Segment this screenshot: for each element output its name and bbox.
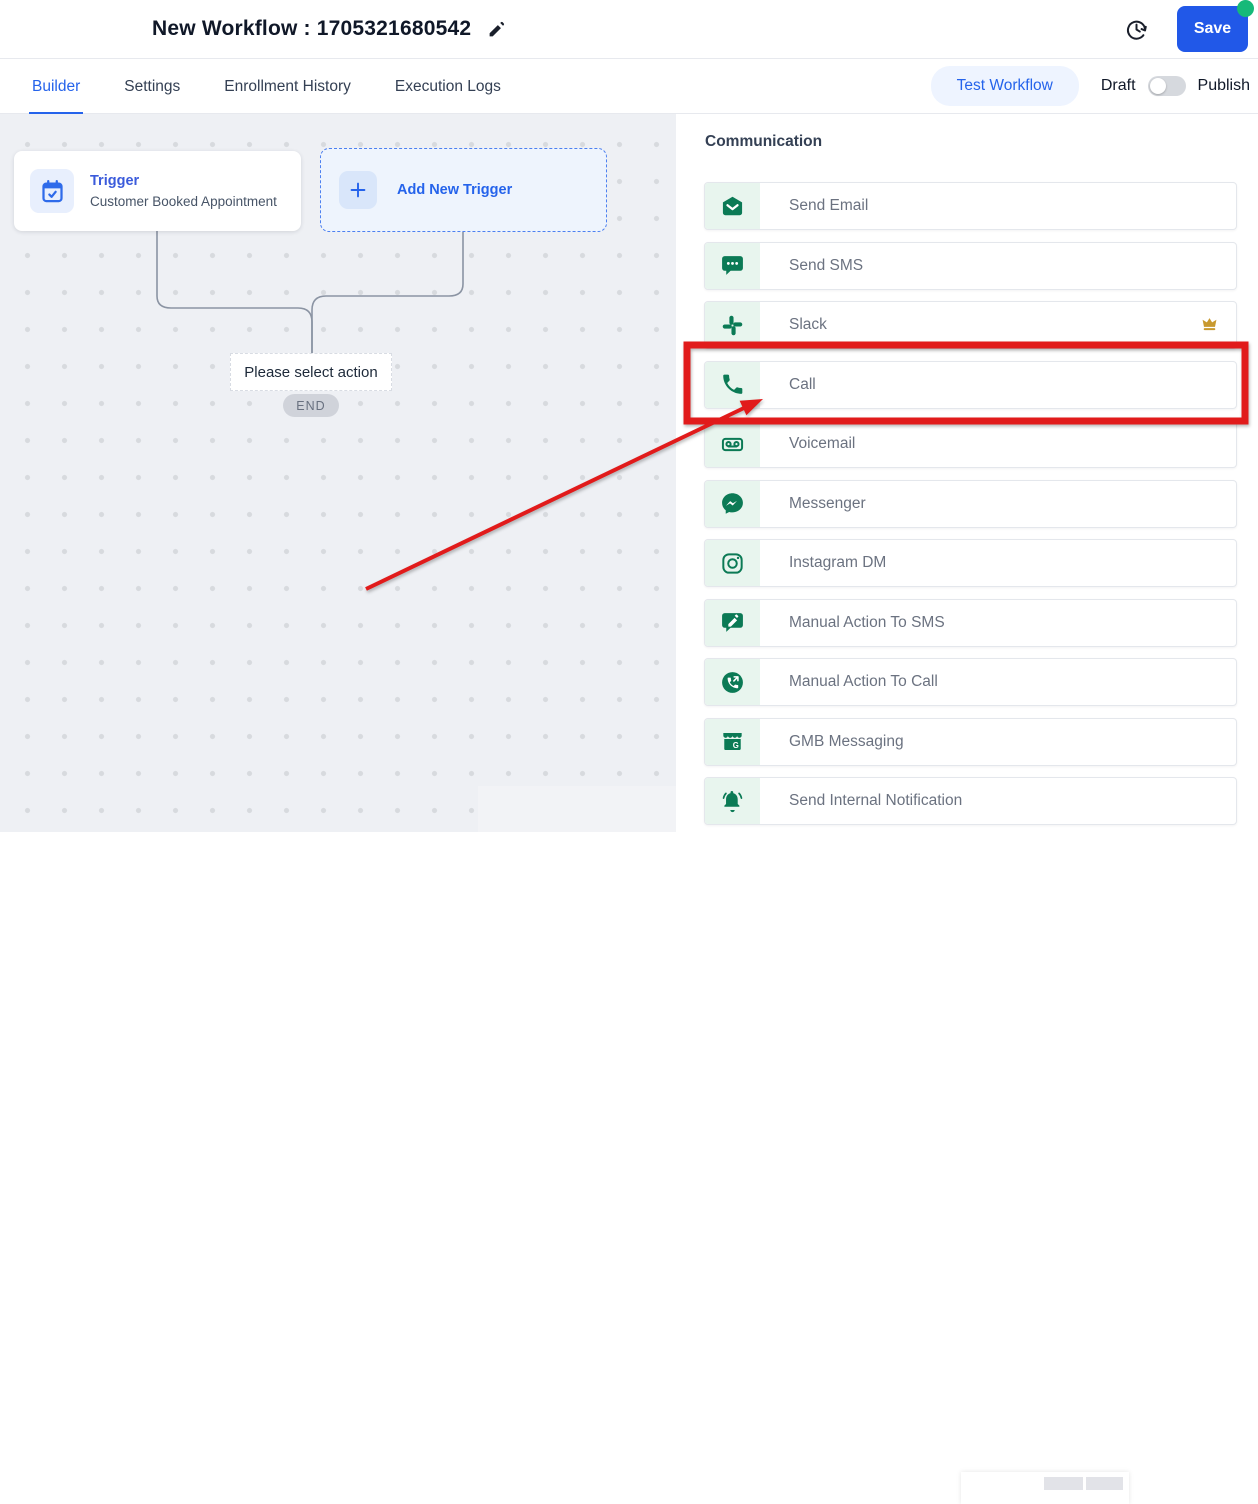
action-item-label: Manual Action To SMS <box>789 613 945 631</box>
save-button-label: Save <box>1193 20 1232 37</box>
trigger-node[interactable]: Trigger Customer Booked Appointment <box>14 151 301 231</box>
action-item-label: Messenger <box>789 494 866 512</box>
tab-settings[interactable]: Settings <box>124 59 180 114</box>
action-item-instagram-dm[interactable]: Instagram DM <box>704 539 1237 587</box>
minimap-container <box>478 786 1129 1504</box>
add-new-trigger-label: Add New Trigger <box>397 182 513 198</box>
action-item-label: Send Email <box>789 197 869 214</box>
gmb-storefront-icon: G <box>705 718 760 765</box>
call-icon <box>705 361 760 408</box>
action-item-label: Slack <box>789 316 827 333</box>
save-button[interactable]: Save <box>1177 0 1254 52</box>
tab-builder[interactable]: Builder <box>28 59 84 115</box>
action-item-label: Instagram DM <box>789 554 887 571</box>
edit-pencil-icon <box>487 20 506 39</box>
tab-execution-logs[interactable]: Execution Logs <box>395 59 501 114</box>
svg-text:G: G <box>733 741 739 750</box>
messenger-icon <box>705 480 760 527</box>
premium-crown-icon <box>1199 315 1220 336</box>
manual-call-icon <box>705 659 760 705</box>
action-item-label: Call <box>789 375 816 393</box>
action-item-gmb-messaging[interactable]: G GMB Messaging <box>704 717 1237 766</box>
action-item-label: Send SMS <box>789 256 864 274</box>
minimap-node <box>1044 1477 1083 1490</box>
action-item-label: Voicemail <box>789 435 856 452</box>
action-list: Send Email Send SMS Slack Call Voicemail… <box>704 182 1237 837</box>
test-workflow-button[interactable]: Test Workflow <box>930 66 1079 106</box>
action-item-slack[interactable]: Slack <box>704 301 1237 349</box>
action-item-label: GMB Messaging <box>789 732 904 750</box>
draft-label: Draft <box>1100 77 1136 94</box>
voicemail-icon <box>705 421 760 467</box>
header-actions: Save <box>1124 0 1258 52</box>
page-title: New Workflow : 1705321680542 <box>152 17 472 40</box>
publish-label: Publish <box>1197 77 1250 94</box>
draft-publish-toggle-group: Draft Publish <box>1101 76 1250 96</box>
minimap-node <box>1086 1477 1123 1490</box>
action-item-call[interactable]: Call <box>704 360 1237 409</box>
history-clock-icon[interactable] <box>1124 17 1149 42</box>
slack-icon <box>705 302 760 348</box>
action-item-send-email[interactable]: Send Email <box>704 182 1237 230</box>
action-item-label: Send Internal Notification <box>789 792 963 809</box>
action-item-send-internal-notification[interactable]: Send Internal Notification <box>704 777 1237 825</box>
action-item-send-sms[interactable]: Send SMS <box>704 241 1237 290</box>
tab-bar: Builder Settings Enrollment History Exec… <box>0 59 1258 115</box>
action-item-manual-action-to-call[interactable]: Manual Action To Call <box>704 658 1237 706</box>
tab-enrollment-history[interactable]: Enrollment History <box>224 59 351 114</box>
trigger-node-title: Trigger <box>90 173 140 189</box>
actions-sidebar: Communication Send Email Send SMS Slack … <box>676 114 1258 832</box>
action-item-messenger[interactable]: Messenger <box>704 479 1237 528</box>
unsaved-changes-dot <box>1237 0 1254 17</box>
action-item-label: Manual Action To Call <box>789 673 938 690</box>
top-header: New Workflow : 1705321680542 Save <box>0 0 1258 59</box>
trigger-node-texts: Trigger Customer Booked Appointment <box>90 173 277 209</box>
instagram-icon <box>705 540 760 586</box>
add-new-trigger-button[interactable]: Add New Trigger <box>320 148 607 232</box>
email-icon <box>705 183 760 229</box>
action-item-manual-action-to-sms[interactable]: Manual Action To SMS <box>704 598 1237 647</box>
notification-bell-icon <box>705 778 760 824</box>
workflow-canvas[interactable]: Trigger Customer Booked Appointment Add … <box>0 114 1129 1504</box>
calendar-check-icon <box>30 169 74 213</box>
action-item-voicemail[interactable]: Voicemail <box>704 420 1237 468</box>
sidebar-heading: Communication <box>705 133 823 150</box>
select-action-placeholder[interactable]: Please select action <box>230 353 392 391</box>
edit-title-button[interactable] <box>487 20 506 39</box>
sms-icon <box>705 242 760 289</box>
tabbar-right: Test Workflow Draft Publish <box>930 66 1258 106</box>
end-node: END <box>283 394 339 417</box>
minimap[interactable] <box>961 1472 1129 1504</box>
trigger-node-subtitle: Customer Booked Appointment <box>90 194 277 209</box>
draft-publish-toggle[interactable] <box>1147 76 1186 96</box>
plus-icon <box>339 171 377 209</box>
manual-sms-icon <box>705 599 760 646</box>
tabs: Builder Settings Enrollment History Exec… <box>28 59 501 115</box>
toggle-knob <box>1149 78 1166 94</box>
workflow-title-group: New Workflow : 1705321680542 <box>152 17 506 41</box>
